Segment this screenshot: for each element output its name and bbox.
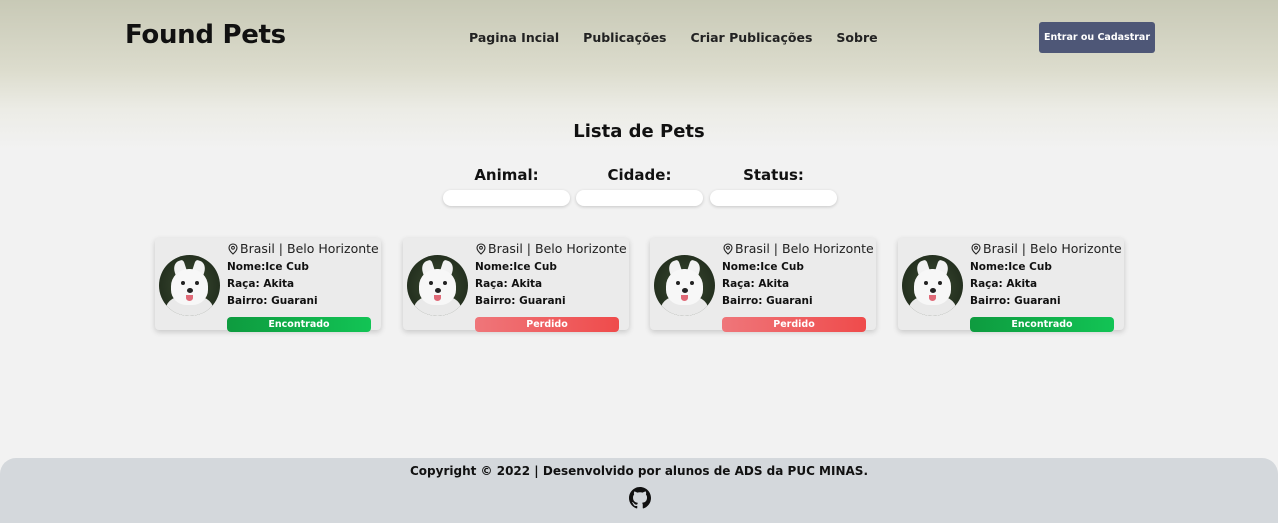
- page-title: Lista de Pets: [573, 121, 705, 142]
- status-badge: Encontrado: [227, 317, 371, 332]
- pet-photo: [159, 255, 220, 316]
- pet-location: Brasil | Belo Horizonte: [227, 241, 379, 256]
- status-badge: Perdido: [475, 317, 619, 332]
- filter-animal-input[interactable]: [443, 189, 570, 206]
- pet-location-text: Brasil | Belo Horizonte: [983, 241, 1122, 256]
- pet-card[interactable]: Brasil | Belo Horizonte Nome:Ice Cub Raç…: [650, 238, 876, 332]
- nav-item-publications[interactable]: Publicações: [583, 30, 666, 45]
- filter-status: Status:: [710, 166, 837, 206]
- pet-district: Bairro: Guarani: [227, 295, 318, 307]
- pet-photo: [902, 255, 963, 316]
- copyright-text: Copyright © 2022 | Desenvolvido por alun…: [410, 464, 868, 478]
- pet-location-text: Brasil | Belo Horizonte: [488, 241, 627, 256]
- brand-logo-text[interactable]: Found Pets: [125, 20, 286, 50]
- location-pin-icon: [723, 242, 733, 255]
- pet-photo: [654, 255, 715, 316]
- pet-location: Brasil | Belo Horizonte: [722, 241, 874, 256]
- pet-breed: Raça: Akita: [475, 278, 543, 290]
- nav-item-home[interactable]: Pagina Incial: [469, 30, 559, 45]
- nav-item-create-publication[interactable]: Criar Publicações: [691, 30, 813, 45]
- status-badge: Encontrado: [970, 317, 1114, 332]
- pet-district: Bairro: Guarani: [475, 295, 566, 307]
- filter-city-label: Cidade:: [607, 166, 672, 184]
- pet-breed: Raça: Akita: [227, 278, 295, 290]
- nav-item-about[interactable]: Sobre: [836, 30, 877, 45]
- filter-city: Cidade:: [576, 166, 703, 206]
- login-signup-button[interactable]: Entrar ou Cadastrar: [1039, 22, 1155, 53]
- pet-district: Bairro: Guarani: [722, 295, 813, 307]
- filter-animal-label: Animal:: [474, 166, 539, 184]
- location-pin-icon: [228, 242, 238, 255]
- main-nav: Pagina Incial Publicações Criar Publicaç…: [469, 30, 878, 45]
- pet-card[interactable]: Brasil | Belo Horizonte Nome:Ice Cub Raç…: [155, 238, 381, 332]
- header: Found Pets Pagina Incial Publicações Cri…: [0, 0, 1278, 80]
- footer: Copyright © 2022 | Desenvolvido por alun…: [0, 458, 1278, 523]
- filter-status-input[interactable]: [710, 189, 837, 206]
- pet-name: Nome:Ice Cub: [475, 261, 557, 273]
- pet-name: Nome:Ice Cub: [970, 261, 1052, 273]
- pet-district: Bairro: Guarani: [970, 295, 1061, 307]
- filter-city-input[interactable]: [576, 189, 703, 206]
- pet-card[interactable]: Brasil | Belo Horizonte Nome:Ice Cub Raç…: [403, 238, 629, 332]
- location-pin-icon: [971, 242, 981, 255]
- status-badge: Perdido: [722, 317, 866, 332]
- pet-name: Nome:Ice Cub: [227, 261, 309, 273]
- pet-location: Brasil | Belo Horizonte: [970, 241, 1122, 256]
- filter-animal: Animal:: [443, 166, 570, 206]
- location-pin-icon: [476, 242, 486, 255]
- filter-status-label: Status:: [743, 166, 804, 184]
- pet-location-text: Brasil | Belo Horizonte: [735, 241, 874, 256]
- pet-name: Nome:Ice Cub: [722, 261, 804, 273]
- pet-breed: Raça: Akita: [970, 278, 1038, 290]
- pet-breed: Raça: Akita: [722, 278, 790, 290]
- pet-card[interactable]: Brasil | Belo Horizonte Nome:Ice Cub Raç…: [898, 238, 1124, 332]
- pet-location: Brasil | Belo Horizonte: [475, 241, 627, 256]
- github-icon[interactable]: [629, 487, 651, 509]
- pet-location-text: Brasil | Belo Horizonte: [240, 241, 379, 256]
- pet-photo: [407, 255, 468, 316]
